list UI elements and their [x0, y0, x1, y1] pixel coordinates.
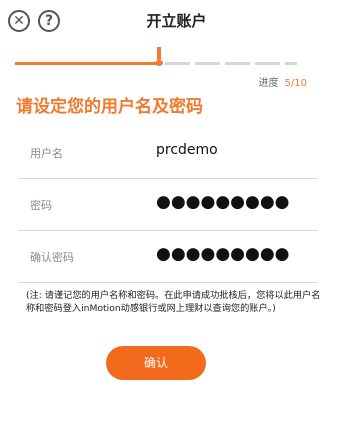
- progress-text: 进度: [258, 78, 279, 89]
- form-heading: 请设定您的用户名及密码: [16, 97, 203, 117]
- progress-segment: [255, 62, 280, 65]
- password-label: 密码: [30, 199, 52, 212]
- progress-segment: [165, 62, 190, 65]
- page-title: 开立账户: [146, 12, 207, 30]
- progress-bar: [15, 47, 297, 66]
- progress-segment-done: [15, 62, 161, 65]
- password-row[interactable]: 密码 ●●●●●●●●●: [18, 178, 318, 231]
- progress-value: 5/10: [284, 78, 307, 89]
- progress-segment: [285, 62, 297, 65]
- confirm-password-row[interactable]: 确认密码 ●●●●●●●●●: [18, 230, 318, 283]
- progress-segment: [225, 62, 250, 65]
- confirm-button[interactable]: 确认: [106, 346, 206, 380]
- username-row[interactable]: 用户名 prcdemo: [18, 126, 318, 179]
- header: ✕ ? 开立账户: [0, 0, 353, 40]
- confirm-password-label: 确认密码: [30, 251, 74, 264]
- password-field[interactable]: ●●●●●●●●●: [156, 192, 290, 212]
- screen: ✕ ? 开立账户 进度 5/10 请设定您的用户名及密码 用户名 prcdemo …: [0, 0, 353, 444]
- confirm-password-field[interactable]: ●●●●●●●●●: [156, 244, 290, 264]
- note-text: (注: 请谨记您的用户名称和密码。在此申请成功批核后，您将以此用户名称和密码登入…: [26, 290, 321, 314]
- username-field[interactable]: prcdemo: [156, 142, 218, 158]
- username-label: 用户名: [30, 147, 63, 160]
- progress-segment: [195, 62, 220, 65]
- progress-indicator: 进度 5/10: [259, 74, 307, 89]
- progress-marker: [155, 47, 163, 66]
